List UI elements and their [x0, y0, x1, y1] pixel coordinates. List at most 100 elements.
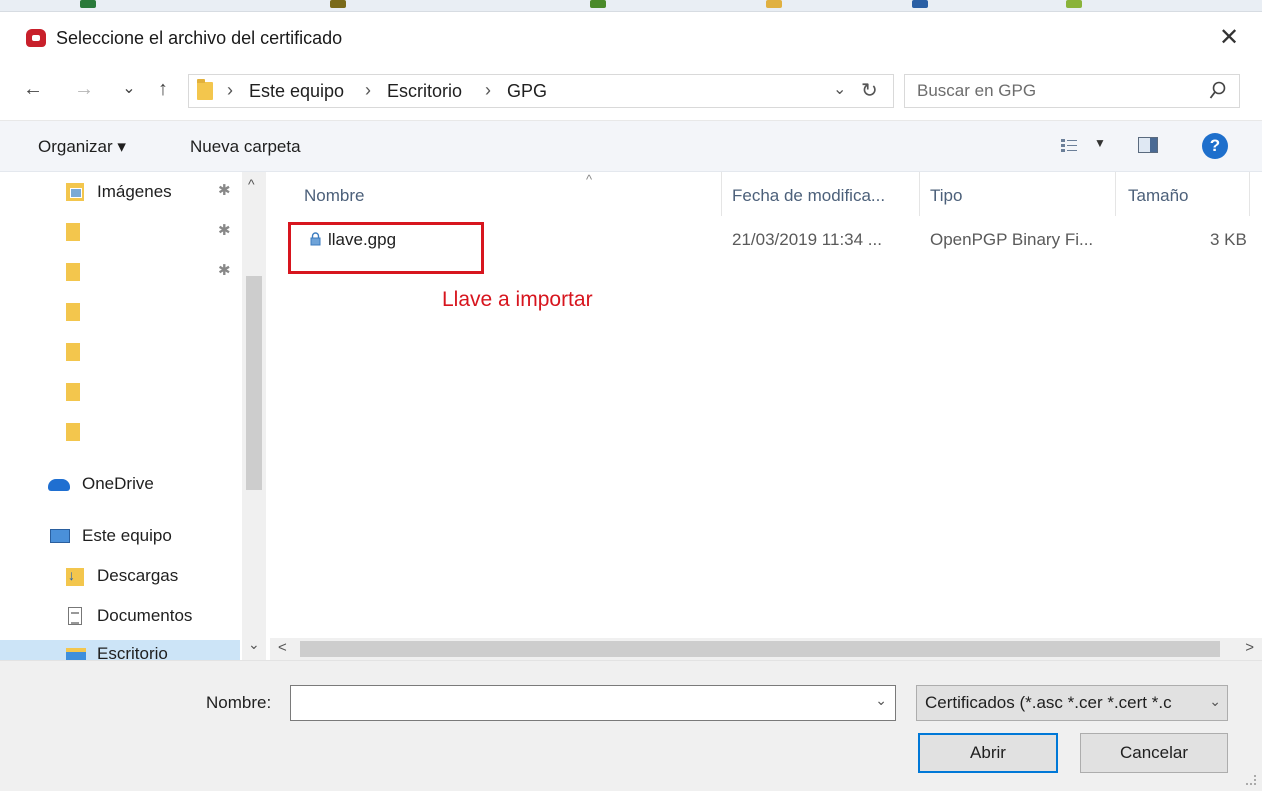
pin-icon: ✱	[218, 222, 231, 239]
navigation-pane-scrollbar[interactable]: ^ ⌄	[242, 172, 266, 660]
nav-item-label: OneDrive	[82, 474, 154, 493]
file-type-filter-value: Certificados (*.asc *.cer *.cert *.c	[925, 693, 1172, 712]
search-icon[interactable]	[1209, 81, 1227, 101]
scroll-up-icon[interactable]: ^	[248, 176, 255, 192]
breadcrumb-desktop[interactable]: Escritorio	[387, 81, 462, 102]
address-dropdown-button[interactable]: ⌄	[833, 79, 846, 99]
back-button[interactable]: ←	[20, 76, 46, 102]
file-type-filter-select[interactable]: Certificados (*.asc *.cer *.cert *.c ⌄	[916, 685, 1228, 721]
filename-label: Nombre:	[206, 693, 272, 712]
organize-menu[interactable]: Organizar ▾	[38, 137, 126, 157]
folder-icon	[66, 263, 80, 281]
column-header-size[interactable]: Tamaño	[1116, 172, 1250, 216]
breadcrumb-this-pc[interactable]: Este equipo	[249, 81, 344, 102]
nav-item-desktop[interactable]: Escritorio	[0, 640, 240, 660]
nav-item-folder[interactable]	[0, 338, 240, 368]
search-box[interactable]	[904, 74, 1240, 108]
refresh-button[interactable]: ↻	[861, 78, 878, 103]
breadcrumb-separator: ›	[365, 80, 371, 100]
file-size: 3 KB	[1210, 230, 1247, 249]
filename-input[interactable]	[297, 692, 857, 714]
up-button[interactable]: ↑	[150, 76, 176, 102]
breadcrumb-separator: ›	[485, 80, 491, 100]
search-input[interactable]	[917, 80, 1187, 102]
navigation-row: ← → ⌄ ↑ › Este equipo › Escritorio › GPG…	[0, 64, 1262, 116]
breadcrumb-separator: ›	[227, 80, 233, 100]
column-header-label: Tipo	[930, 186, 963, 205]
dialog-titlebar: Seleccione el archivo del certificado ✕	[0, 12, 1262, 64]
dialog-footer: Nombre: ⌄ Certificados (*.asc *.cer *.ce…	[0, 660, 1262, 791]
sort-indicator-icon: ^	[586, 172, 593, 187]
recent-locations-button[interactable]: ⌄	[120, 76, 138, 102]
documents-icon	[68, 607, 82, 625]
nav-item-label: Descargas	[97, 566, 179, 585]
column-header-label: Fecha de modifica...	[732, 186, 886, 205]
cancel-button[interactable]: Cancelar	[1080, 733, 1228, 773]
new-folder-button[interactable]: Nueva carpeta	[190, 137, 301, 157]
folder-icon	[66, 423, 80, 441]
scroll-left-icon[interactable]: <	[278, 639, 287, 656]
dialog-title: Seleccione el archivo del certificado	[56, 28, 343, 48]
nav-item-label: Documentos	[97, 606, 193, 625]
folder-icon	[66, 343, 80, 361]
pin-icon: ✱	[218, 262, 231, 279]
resize-grip-icon[interactable]	[1246, 775, 1256, 785]
navigation-pane: Imágenes ✱ ✱ ✱ OneDrive Este equipo Desc…	[0, 172, 268, 660]
nav-item-folder[interactable]	[0, 378, 240, 408]
breadcrumb-gpg[interactable]: GPG	[507, 81, 547, 102]
forward-button[interactable]: →	[72, 76, 96, 102]
scroll-right-icon[interactable]: >	[1245, 639, 1254, 656]
column-header-date[interactable]: Fecha de modifica...	[722, 172, 920, 216]
bookmark-icon	[1066, 0, 1082, 8]
address-bar[interactable]: › Este equipo › Escritorio › GPG ⌄ ↻	[188, 74, 894, 108]
command-bar: Organizar ▾ Nueva carpeta ▼ ?	[0, 120, 1262, 172]
bookmark-icon	[80, 0, 96, 8]
column-header-type[interactable]: Tipo	[920, 172, 1116, 216]
nav-item-documents[interactable]: Documentos	[0, 602, 240, 632]
bookmark-icon	[590, 0, 606, 8]
scroll-down-icon[interactable]: ⌄	[248, 636, 260, 653]
column-header-label: Nombre	[304, 186, 365, 205]
annotation-label: Llave a importar	[442, 288, 593, 311]
folder-icon	[197, 79, 213, 100]
pin-icon: ✱	[218, 182, 231, 199]
nav-item-label: Escritorio	[97, 644, 168, 660]
nav-item-pictures[interactable]: Imágenes ✱	[0, 178, 240, 208]
file-date: 21/03/2019 11:34 ...	[732, 230, 882, 249]
open-button[interactable]: Abrir	[918, 733, 1058, 773]
bookmark-icon	[330, 0, 346, 8]
nav-item-folder[interactable]	[0, 298, 240, 328]
bookmark-icon	[912, 0, 928, 8]
background-bookmarks-strip	[0, 0, 1262, 12]
nav-item-this-pc[interactable]: Este equipo	[0, 522, 240, 552]
column-header-name[interactable]: Nombre	[270, 172, 722, 216]
chevron-down-icon[interactable]: ⌄	[1209, 693, 1221, 710]
chevron-down-icon[interactable]: ⌄	[875, 692, 887, 709]
nav-item-folder[interactable]: ✱	[0, 258, 240, 288]
bookmark-icon	[766, 0, 782, 8]
preview-pane-icon[interactable]	[1138, 137, 1158, 153]
scrollbar-thumb[interactable]	[246, 276, 262, 490]
file-type: OpenPGP Binary Fi...	[930, 230, 1094, 249]
nav-item-downloads[interactable]: Descargas	[0, 562, 240, 592]
file-list: Nombre ^ Fecha de modifica... Tipo Tamañ…	[270, 172, 1262, 638]
pictures-folder-icon	[66, 183, 84, 201]
nav-item-label: Este equipo	[82, 526, 172, 545]
nav-item-folder[interactable]	[0, 418, 240, 448]
folder-icon	[66, 303, 80, 321]
filename-combobox[interactable]: ⌄	[290, 685, 896, 721]
view-options-icon[interactable]	[1060, 137, 1078, 155]
this-pc-icon	[50, 529, 70, 543]
view-options-dropdown[interactable]: ▼	[1094, 136, 1106, 150]
help-icon[interactable]: ?	[1202, 133, 1228, 159]
folder-icon	[66, 383, 80, 401]
nav-item-folder[interactable]: ✱	[0, 218, 240, 248]
scrollbar-thumb[interactable]	[300, 641, 1220, 657]
app-icon	[26, 29, 46, 47]
nav-item-onedrive[interactable]: OneDrive	[0, 470, 240, 500]
file-list-horizontal-scrollbar[interactable]: < >	[270, 638, 1262, 660]
nav-item-label: Imágenes	[97, 182, 172, 201]
close-button[interactable]: ✕	[1214, 24, 1244, 54]
annotation-highlight-box	[288, 222, 484, 274]
downloads-icon	[66, 567, 84, 586]
